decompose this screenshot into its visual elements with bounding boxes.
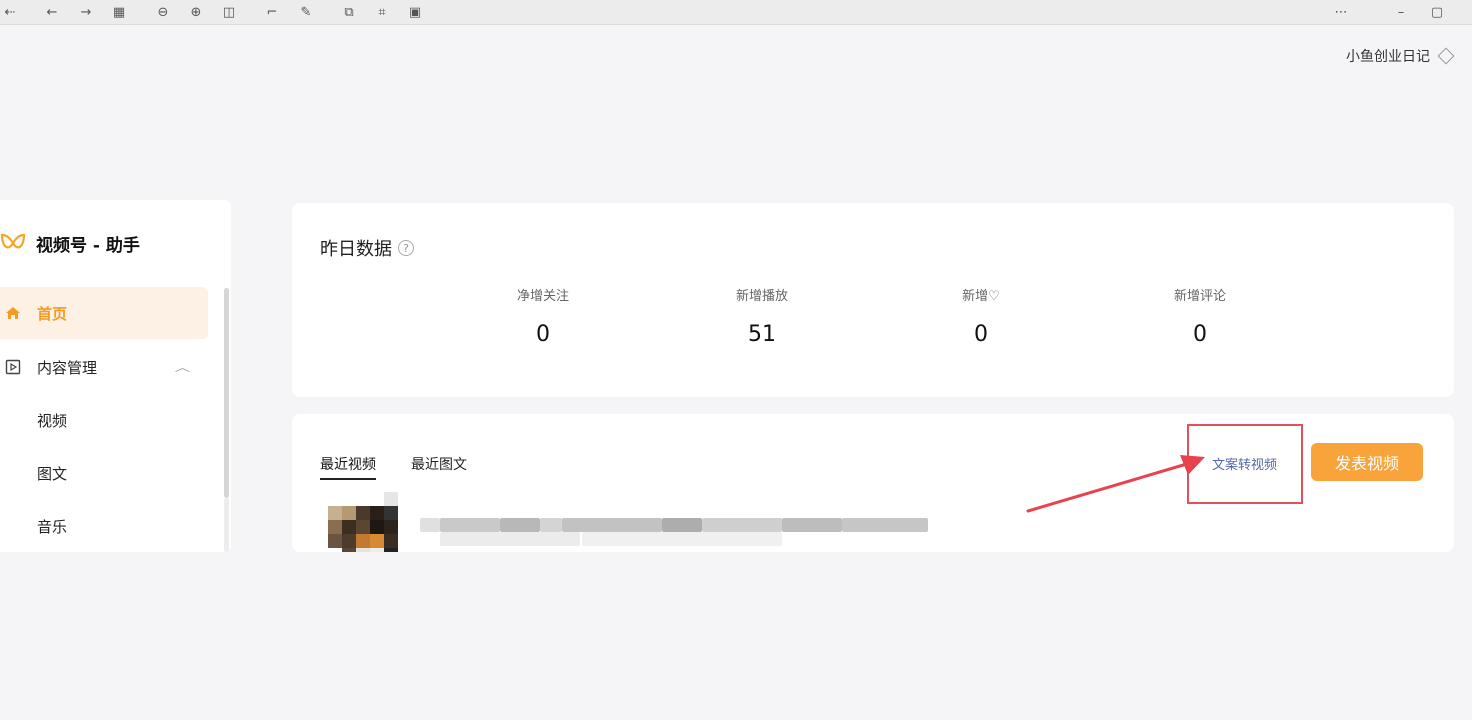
sidebar-item-label: 内容管理 — [37, 358, 98, 377]
arrow-right-icon[interactable]: → — [76, 2, 96, 22]
stats-title: 昨日数据 — [320, 239, 392, 260]
brand: 视频号 - 助手 — [0, 230, 140, 256]
crop-icon[interactable]: ⌐ — [262, 2, 282, 22]
stat-value: 0 — [1193, 322, 1207, 347]
zoom-in-icon[interactable]: ⊕ — [186, 2, 206, 22]
blurred-title — [662, 518, 702, 532]
edit-icon[interactable]: ✎ — [296, 2, 316, 22]
home-icon — [5, 305, 21, 321]
blurred-title — [702, 518, 782, 532]
brand-name: 视频号 - 助手 — [36, 235, 140, 256]
stat-value: 0 — [536, 322, 550, 347]
recent-content-card: 最近视频 最近图文 文案转视频 发表视频 — [292, 414, 1454, 552]
chevron-up-icon[interactable]: ︿ — [175, 359, 190, 375]
share-icon[interactable]: ⧉ — [339, 2, 359, 22]
minimize-icon[interactable]: – — [1391, 2, 1411, 22]
account-menu[interactable]: 小鱼创业日记 — [1346, 46, 1455, 66]
save-icon[interactable]: ▣ — [405, 2, 425, 22]
video-thumbnail[interactable] — [328, 492, 412, 552]
arrow-left-icon[interactable]: ← — [42, 2, 62, 22]
stat-new-likes: 新增♡ 0 — [901, 285, 1061, 347]
stat-new-comments: 新增评论 0 — [1120, 285, 1280, 347]
stat-label: 新增♡ — [962, 289, 1000, 304]
blurred-title — [582, 532, 782, 546]
sidebar-item-home[interactable]: 首页 — [0, 287, 208, 339]
stat-net-followers: 净增关注 0 — [463, 285, 623, 347]
browser-toolbar: ⇠ ← → ▦ ⊖ ⊕ ◫ ⌐ ✎ ⧉ ⌗ ▣ ⋯ – ▢ — [0, 0, 1472, 25]
stat-new-plays: 新增播放 51 — [682, 285, 842, 347]
sidebar-scroll-track — [224, 498, 229, 552]
sidebar: 视频号 - 助手 首页 内容管理 ︿ 视频 图文 音乐 — [0, 200, 231, 552]
blurred-title — [440, 518, 500, 532]
blurred-title — [500, 518, 540, 532]
play-square-icon — [5, 359, 21, 375]
scan-icon[interactable]: ⌗ — [372, 2, 392, 22]
blurred-title — [842, 518, 928, 532]
stat-label: 净增关注 — [516, 289, 569, 304]
blurred-title — [562, 518, 662, 532]
stat-value: 0 — [974, 322, 988, 347]
stat-label: 新增评论 — [1173, 289, 1226, 304]
tab-recent-videos[interactable]: 最近视频 — [320, 454, 376, 480]
blurred-title — [440, 532, 580, 546]
sidebar-item-content-management[interactable]: 内容管理 ︿ — [0, 341, 208, 393]
stat-value: 51 — [748, 322, 776, 347]
blurred-title — [420, 518, 440, 532]
sidebar-item-music[interactable]: 音乐 — [0, 500, 208, 552]
stat-label: 新增播放 — [735, 289, 788, 304]
help-icon[interactable]: ? — [398, 240, 414, 256]
sidebar-item-label: 图文 — [37, 464, 68, 483]
sidebar-item-image-text[interactable]: 图文 — [0, 447, 208, 499]
chart-icon[interactable]: ◫ — [219, 2, 239, 22]
sidebar-item-label: 音乐 — [37, 517, 68, 536]
publish-video-button[interactable]: 发表视频 — [1311, 443, 1423, 481]
tab-recent-image-text[interactable]: 最近图文 — [411, 454, 467, 478]
sidebar-scrollbar[interactable] — [224, 288, 229, 498]
sidebar-item-label: 视频 — [37, 411, 68, 430]
annotation-arrow-icon — [1026, 455, 1205, 513]
blurred-title — [540, 518, 562, 532]
maximize-icon[interactable]: ▢ — [1427, 2, 1447, 22]
zoom-out-icon[interactable]: ⊖ — [153, 2, 173, 22]
back-icon[interactable]: ⇠ — [0, 2, 20, 22]
brand-logo-icon — [0, 233, 26, 249]
text-to-video-link[interactable]: 文案转视频 — [1212, 454, 1277, 473]
sidebar-item-video[interactable]: 视频 — [0, 394, 208, 446]
sidebar-item-label: 首页 — [37, 304, 68, 323]
account-name: 小鱼创业日记 — [1346, 49, 1430, 65]
grid-icon[interactable]: ▦ — [109, 2, 129, 22]
more-icon[interactable]: ⋯ — [1331, 2, 1351, 22]
diamond-icon — [1437, 47, 1455, 65]
stats-title-row: 昨日数据 ? — [320, 235, 414, 261]
yesterday-stats-card: 昨日数据 ? 净增关注 0 新增播放 51 新增♡ 0 新增评论 0 — [292, 203, 1454, 397]
blurred-title — [782, 518, 842, 532]
